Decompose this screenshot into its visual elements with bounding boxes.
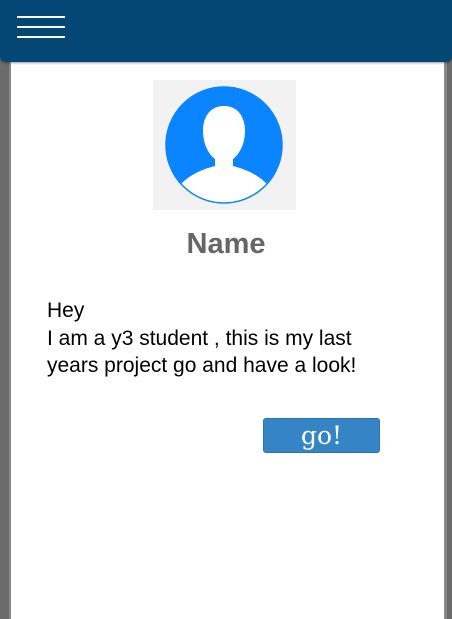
menu-bar-line bbox=[17, 36, 65, 38]
user-silhouette-icon bbox=[165, 86, 283, 204]
bio-line: I am a y3 student , this is my last bbox=[47, 326, 352, 350]
bio-line: years project go and have a look! bbox=[47, 354, 357, 377]
profile-name: Name bbox=[186, 228, 266, 260]
menu-bar-line bbox=[17, 26, 65, 28]
bio-line: Hey bbox=[47, 299, 85, 322]
top-app-bar bbox=[0, 0, 452, 62]
hamburger-menu-icon[interactable] bbox=[17, 16, 65, 40]
avatar bbox=[153, 80, 296, 210]
profile-bio: Hey I am a y3 student , this is my last ye… bbox=[47, 297, 427, 380]
go-button[interactable]: go! bbox=[263, 418, 380, 453]
menu-bar-line bbox=[17, 16, 65, 18]
